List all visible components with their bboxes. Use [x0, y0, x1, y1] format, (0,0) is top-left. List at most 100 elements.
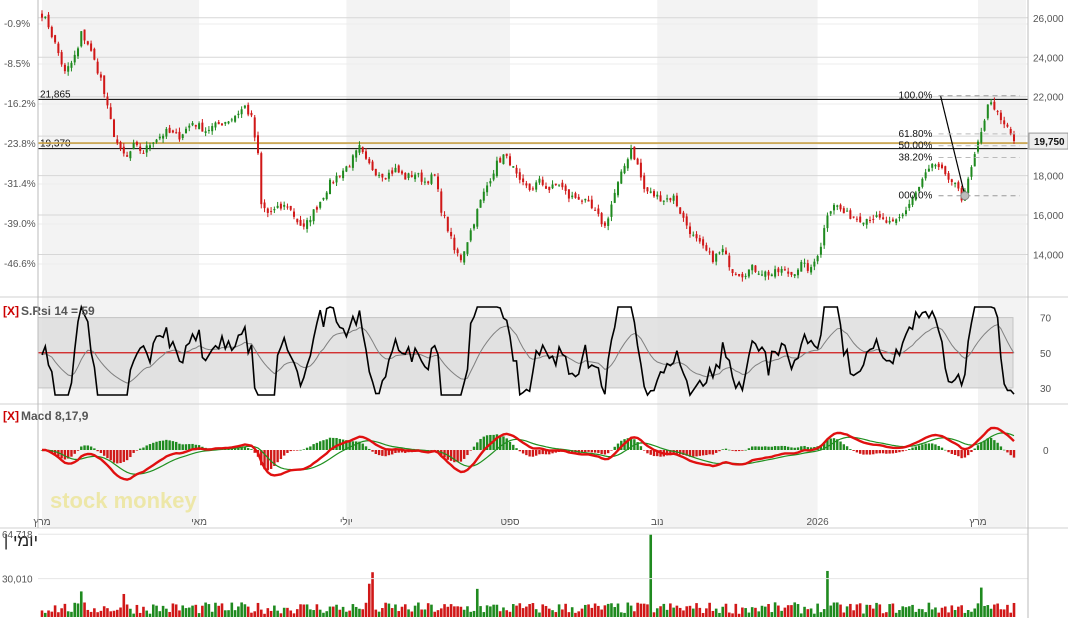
macd-hist-bar — [361, 443, 364, 450]
volume-bar — [875, 602, 878, 617]
volume-bar — [489, 606, 492, 617]
candle-body — [126, 155, 129, 157]
candle-body — [859, 216, 862, 223]
volume-bar — [623, 612, 626, 617]
macd-hist-bar — [335, 437, 338, 450]
volume-bar — [695, 603, 698, 617]
macd-hist-bar — [976, 445, 980, 450]
candle-body — [50, 26, 53, 38]
candle-body — [760, 274, 764, 276]
volume-bar — [161, 605, 165, 617]
candle-body — [54, 35, 57, 43]
macd-hist-bar — [541, 450, 544, 455]
fib-anchor[interactable] — [960, 191, 970, 201]
candle-body — [767, 271, 770, 276]
candle-body — [289, 205, 292, 210]
time-tick-label: מאי — [191, 517, 207, 528]
candle-body — [862, 222, 865, 225]
macd-hist-bar — [701, 450, 705, 456]
candle-body — [810, 267, 813, 273]
candle-body — [456, 249, 459, 254]
volume-bar — [374, 609, 378, 617]
volume-bar — [714, 608, 718, 617]
volume-bar — [993, 604, 996, 617]
candle-body — [531, 188, 534, 190]
volume-bar — [367, 583, 371, 617]
macd-hist-bar — [757, 446, 760, 450]
macd-hist-bar — [898, 450, 901, 453]
volume-bar — [184, 608, 188, 617]
volume-bar — [832, 602, 836, 617]
macd-hist-bar — [901, 450, 904, 452]
candle-body — [558, 184, 561, 186]
macd-hist-bar — [590, 450, 594, 453]
volume-bar — [237, 606, 240, 617]
macd-hist-bar — [377, 450, 381, 456]
candle-body — [780, 268, 783, 273]
candle-body — [783, 269, 786, 271]
candle-body — [191, 122, 194, 126]
volume-bar — [750, 607, 754, 617]
macd-hist-bar — [872, 450, 875, 455]
macd-hist-bar — [639, 446, 643, 450]
candle-body — [950, 179, 953, 183]
macd-hist-bar — [705, 450, 708, 456]
percent-tick-label: -46.6% — [4, 259, 36, 270]
volume-bar — [135, 604, 139, 617]
volume-bar — [312, 610, 315, 617]
volume-bar — [799, 613, 803, 617]
volume-bar — [570, 607, 574, 617]
volume-tick-label: 64,718 — [2, 530, 33, 541]
volume-bar — [979, 587, 983, 617]
volume-bar — [446, 606, 450, 617]
volume-bar — [953, 610, 957, 617]
volume-bar — [151, 604, 155, 617]
candle-body — [996, 111, 999, 113]
volume-bar — [60, 608, 63, 617]
macd-hist-bar — [894, 450, 898, 453]
candle-body — [116, 139, 119, 143]
macd-hist-bar — [387, 450, 391, 456]
macd-hist-bar — [112, 450, 116, 463]
rsi-close-button[interactable]: [X] — [3, 304, 19, 318]
candle-body — [705, 245, 708, 251]
macd-hist-bar — [930, 443, 934, 450]
price-tick-label: 26,000 — [1033, 14, 1064, 25]
macd-hist-bar — [63, 450, 67, 460]
candle-body — [495, 160, 498, 177]
candle-body — [525, 183, 528, 186]
volume-bar — [233, 610, 237, 617]
candle-body — [594, 209, 597, 211]
volume-bar — [125, 604, 129, 617]
macd-hist-bar — [989, 437, 993, 450]
candle-body — [898, 217, 901, 219]
candle-body — [214, 122, 217, 128]
volume-bar — [780, 610, 783, 617]
candle-body — [878, 214, 881, 218]
macd-hist-bar — [184, 444, 188, 450]
candle-body — [986, 104, 989, 119]
volume-bar — [731, 613, 734, 617]
candle-body — [322, 197, 325, 200]
volume-bar — [966, 610, 970, 617]
macd-close-button[interactable]: [X] — [3, 409, 19, 423]
candle-body — [345, 166, 348, 172]
volume-bar — [580, 608, 584, 617]
macd-hist-bar — [888, 450, 891, 454]
macd-hist-bar — [512, 444, 515, 450]
candle-body — [633, 146, 636, 160]
time-tick-label: ספט — [500, 517, 520, 528]
volume-bar — [957, 606, 960, 617]
candle-body — [230, 119, 233, 121]
macd-hist-bar — [904, 450, 908, 451]
volume-bar — [279, 613, 283, 617]
time-tick-label: מרץ — [969, 517, 986, 528]
candle-body — [813, 261, 816, 267]
macd-title: Macd 8,17,9 — [21, 409, 89, 423]
macd-hist-bar — [132, 450, 135, 453]
volume-bar — [544, 605, 548, 617]
candle-body — [168, 127, 171, 133]
volume-bar — [937, 612, 941, 617]
candle-body — [875, 215, 878, 217]
volume-bar — [871, 608, 875, 617]
